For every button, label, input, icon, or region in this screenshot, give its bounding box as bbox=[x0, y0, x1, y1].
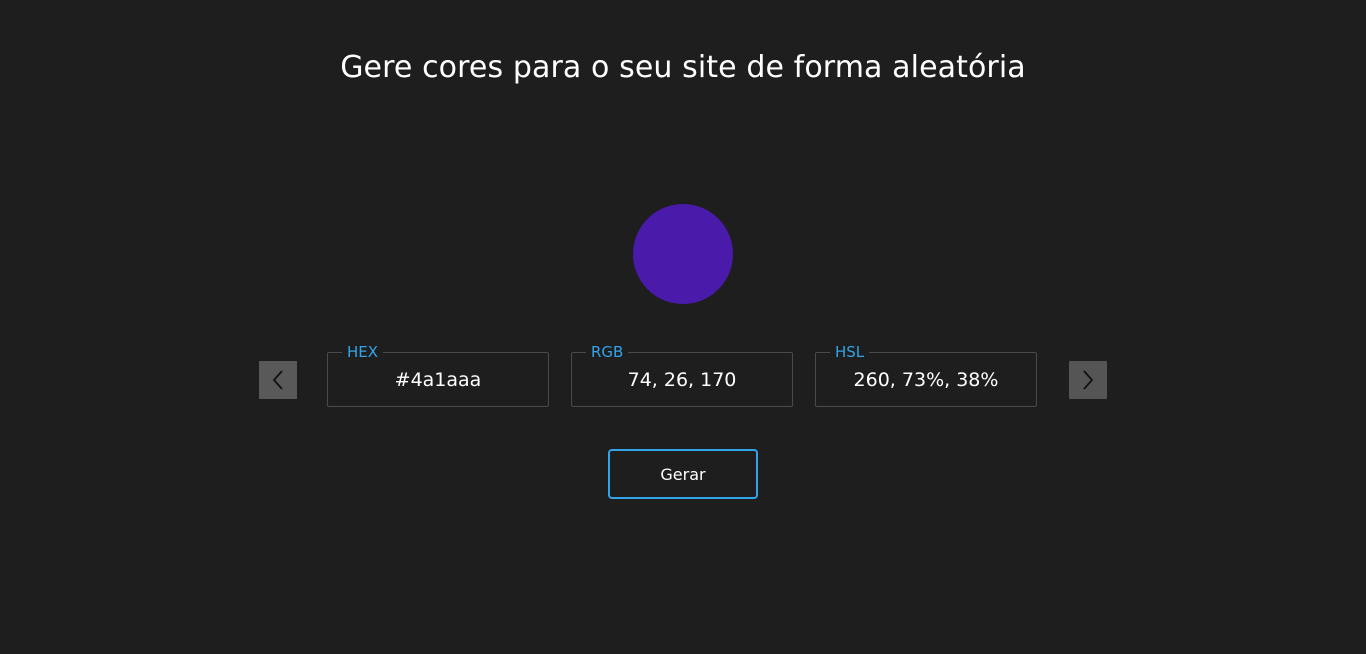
hex-field[interactable]: HEX #4a1aaa bbox=[327, 344, 549, 407]
rgb-field[interactable]: RGB 74, 26, 170 bbox=[571, 344, 793, 407]
rgb-label: RGB bbox=[586, 344, 629, 361]
hsl-label: HSL bbox=[830, 344, 870, 361]
hsl-value[interactable]: 260, 73%, 38% bbox=[816, 369, 1036, 391]
generate-button[interactable]: Gerar bbox=[608, 449, 758, 499]
hsl-field[interactable]: HSL 260, 73%, 38% bbox=[815, 344, 1037, 407]
chevron-right-icon bbox=[1081, 369, 1095, 391]
color-swatch bbox=[633, 204, 733, 304]
hex-label: HEX bbox=[342, 344, 384, 361]
previous-color-button[interactable] bbox=[259, 361, 297, 399]
rgb-value[interactable]: 74, 26, 170 bbox=[572, 369, 792, 391]
hex-value[interactable]: #4a1aaa bbox=[328, 369, 548, 391]
next-color-button[interactable] bbox=[1069, 361, 1107, 399]
color-generator-page: Gere cores para o seu site de forma alea… bbox=[0, 0, 1366, 654]
page-title: Gere cores para o seu site de forma alea… bbox=[340, 50, 1026, 85]
chevron-left-icon bbox=[271, 369, 285, 391]
